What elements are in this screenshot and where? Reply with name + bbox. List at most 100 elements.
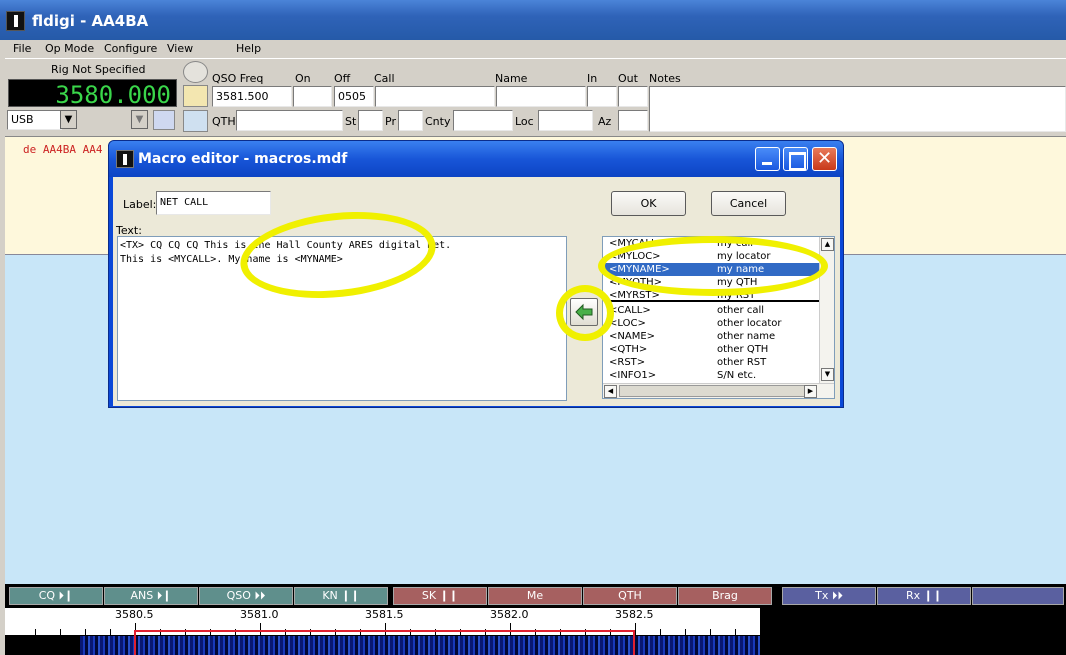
menu-configure[interactable]: Configure	[104, 42, 157, 55]
scroll-up-icon[interactable]: ▲	[821, 238, 834, 251]
province-field[interactable]	[398, 110, 423, 131]
scale-tick	[735, 629, 736, 635]
close-button[interactable]: ✕	[812, 147, 837, 171]
scale-label: 3580.5	[115, 608, 154, 621]
mode-select[interactable]: USB	[7, 110, 62, 130]
off-label: Off	[334, 72, 351, 85]
mode-dropdown-arrow[interactable]: ▼	[60, 110, 77, 129]
macro-button-brag[interactable]: Brag	[678, 587, 772, 605]
rst-in-label: In	[587, 72, 598, 85]
fldigi-logo-icon	[6, 11, 25, 31]
macro-button-kn[interactable]: KN ❙❙	[294, 587, 388, 605]
macro-button-ans[interactable]: ANS ⏵❙	[104, 587, 198, 605]
scrollbar-thumb[interactable]	[619, 385, 809, 397]
name-field[interactable]	[496, 86, 586, 107]
qso-freq-label: QSO Freq	[212, 72, 264, 85]
memory-button[interactable]	[153, 110, 175, 130]
time-on-field[interactable]	[293, 86, 332, 107]
label-caption: Label:	[123, 198, 157, 211]
qso-freq-field[interactable]: 3581.500	[212, 86, 292, 107]
scale-tick	[385, 623, 386, 635]
tag-list-item[interactable]: <INFO1> S/N etc.	[605, 369, 821, 382]
tag-description: other call	[717, 305, 765, 316]
tag-list-item[interactable]: <LOC> other locator	[605, 317, 821, 330]
scale-tick	[260, 623, 261, 635]
state-label: St	[345, 115, 357, 128]
tag-list-item[interactable]: <RST> other RST	[605, 356, 821, 369]
window-title: fldigi - AA4BA	[32, 12, 149, 30]
waterfall-display[interactable]: 3580.5 3581.0 3581.5 3582.0 3582.5	[5, 608, 1066, 655]
macro-button-blank[interactable]	[972, 587, 1064, 605]
tag-description: other RST	[717, 357, 767, 368]
menu-op-mode[interactable]: Op Mode	[45, 42, 94, 55]
state-field[interactable]	[358, 110, 383, 131]
menu-bar: File Op Mode Configure View Help	[5, 40, 1066, 59]
azimuth-label: Az	[598, 115, 612, 128]
notes-field[interactable]	[649, 86, 1066, 132]
macro-button-qso[interactable]: QSO ⏵⏵	[199, 587, 293, 605]
qth-field[interactable]	[236, 110, 343, 131]
tag-list-horizontal-scrollbar[interactable]: ◀ ▶	[603, 383, 834, 398]
minimize-button[interactable]	[755, 147, 780, 171]
waterfall-signal	[80, 636, 760, 655]
tag-description: other locator	[717, 318, 782, 329]
rst-out-field[interactable]	[618, 86, 648, 107]
tag-name: <CALL>	[609, 305, 651, 316]
scale-tick	[660, 629, 661, 635]
dialog-title: Macro editor - macros.mdf	[138, 151, 348, 167]
rst-in-field[interactable]	[587, 86, 617, 107]
macro-button-sk[interactable]: SK ❙❙	[393, 587, 487, 605]
tag-list-item[interactable]: <QTH> other QTH	[605, 343, 821, 356]
cancel-button[interactable]: Cancel	[711, 191, 786, 216]
name-label: Name	[495, 72, 528, 85]
rig-frequency-display[interactable]: 3580.000	[8, 79, 177, 109]
macro-button-me[interactable]: Me	[488, 587, 582, 605]
tag-description: S/N etc.	[717, 370, 757, 381]
tag-name: <NAME>	[609, 331, 656, 342]
tag-list-item[interactable]: <CALL> other call	[605, 304, 821, 317]
menu-file[interactable]: File	[13, 42, 31, 55]
scroll-right-icon[interactable]: ▶	[804, 385, 817, 398]
menu-view[interactable]: View	[167, 42, 193, 55]
macro-button-rx[interactable]: Rx ❙❙	[877, 587, 971, 605]
time-off-field[interactable]: 0505	[334, 86, 374, 107]
dialog-titlebar[interactable]: Macro editor - macros.mdf ✕	[109, 141, 843, 177]
waterfall-cursor-right	[633, 630, 635, 655]
tag-description: other QTH	[717, 344, 769, 355]
locator-label: Loc	[515, 115, 534, 128]
waterfall-cursor-left	[134, 630, 136, 655]
county-label: Cnty	[425, 115, 451, 128]
scale-tick	[635, 623, 636, 635]
azimuth-field[interactable]	[618, 110, 648, 131]
county-field[interactable]	[453, 110, 513, 131]
scale-label: 3581.5	[365, 608, 404, 621]
window-titlebar: fldigi - AA4BA	[0, 0, 1066, 40]
menu-help[interactable]: Help	[236, 42, 261, 55]
clear-qso-icon[interactable]	[183, 61, 208, 83]
rst-out-label: Out	[618, 72, 638, 85]
qth-label: QTH	[212, 115, 236, 128]
notes-label: Notes	[649, 72, 681, 85]
macro-button-tx[interactable]: Tx ⏵⏵	[782, 587, 876, 605]
macro-button-cq[interactable]: CQ ⏵❙	[9, 587, 103, 605]
macro-label-input[interactable]: NET CALL	[156, 191, 271, 215]
scale-label: 3582.5	[615, 608, 654, 621]
waterfall-bandwidth-marker	[135, 630, 635, 632]
scale-tick	[85, 629, 86, 635]
fldigi-window: fldigi - AA4BA File Op Mode Configure Vi…	[0, 0, 1066, 655]
receive-text: de AA4BA AA4	[23, 143, 103, 156]
scale-label: 3582.0	[490, 608, 529, 621]
tag-description: other name	[717, 331, 776, 342]
tag-list-item[interactable]: <NAME> other name	[605, 330, 821, 343]
maximize-button[interactable]	[783, 147, 808, 171]
macro-button-qth[interactable]: QTH	[583, 587, 677, 605]
locator-field[interactable]	[538, 110, 593, 131]
tag-name: <QTH>	[609, 344, 648, 355]
save-log-icon[interactable]	[183, 110, 208, 132]
call-field[interactable]	[375, 86, 495, 107]
bandwidth-dropdown-arrow[interactable]: ▼	[131, 110, 148, 129]
ok-button[interactable]: OK	[611, 191, 686, 216]
broom-icon[interactable]	[183, 85, 208, 107]
scroll-down-icon[interactable]: ▼	[821, 368, 834, 381]
scroll-left-icon[interactable]: ◀	[604, 385, 617, 398]
